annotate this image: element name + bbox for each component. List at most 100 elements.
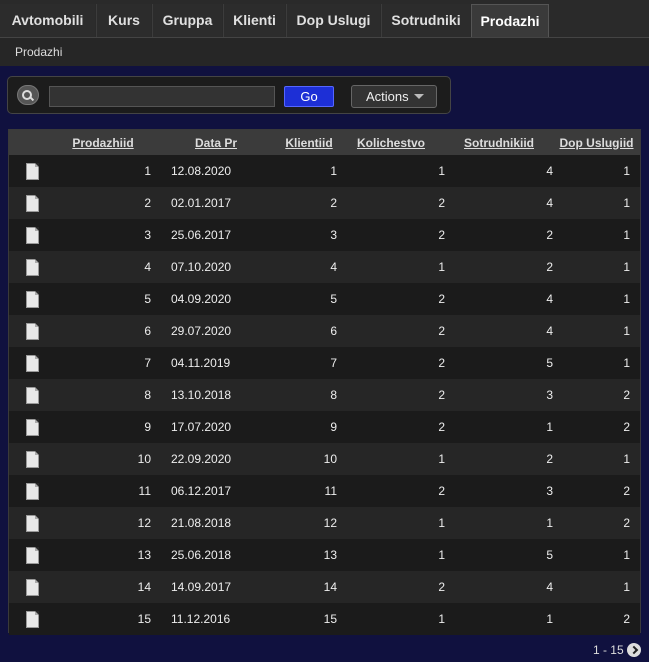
- go-button[interactable]: Go: [284, 86, 334, 107]
- edit-document-icon[interactable]: [25, 226, 39, 244]
- cell-sotrudnikiid: 4: [546, 580, 553, 594]
- cell-kolichestvo: 1: [438, 260, 445, 274]
- table-row: 2 02.01.2017 2 2 4 1: [9, 187, 640, 219]
- search-icon[interactable]: [17, 85, 39, 105]
- pagination: 1 - 15: [593, 642, 641, 657]
- row-edit-cell: [9, 155, 55, 187]
- cell-dop-uslugiid: 1: [623, 196, 630, 210]
- table-row: 7 04.11.2019 7 2 5 1: [9, 347, 640, 379]
- table-header-row: Prodazhiid Data Pr Klientiid Kolichestvo…: [9, 130, 640, 155]
- edit-document-icon[interactable]: [25, 386, 39, 404]
- cell-prodazhiid: 6: [144, 324, 151, 338]
- table-row: 9 17.07.2020 9 2 1 2: [9, 411, 640, 443]
- cell-data-pr: 14.09.2017: [171, 580, 232, 594]
- edit-document-icon[interactable]: [25, 546, 39, 564]
- table-row: 3 25.06.2017 3 2 2 1: [9, 219, 640, 251]
- cell-data-pr: 13.10.2018: [171, 388, 232, 402]
- cell-kolichestvo: 1: [438, 164, 445, 178]
- tab-avtomobili[interactable]: Avtomobili: [0, 4, 95, 37]
- cell-klientiid: 1: [330, 164, 337, 178]
- data-table: Prodazhiid Data Pr Klientiid Kolichestvo…: [9, 130, 640, 635]
- row-edit-cell: [9, 283, 55, 315]
- edit-document-icon[interactable]: [25, 482, 39, 500]
- cell-kolichestvo: 2: [438, 356, 445, 370]
- row-edit-cell: [9, 443, 55, 475]
- cell-dop-uslugiid: 1: [623, 228, 630, 242]
- cell-kolichestvo: 2: [438, 484, 445, 498]
- edit-document-icon[interactable]: [25, 162, 39, 180]
- table-row: 14 14.09.2017 14 2 4 1: [9, 571, 640, 603]
- row-edit-cell: [9, 571, 55, 603]
- column-header-kolichestvo[interactable]: Kolichestvo: [337, 130, 445, 155]
- column-header-prodazhiid[interactable]: Prodazhiid: [55, 130, 151, 155]
- column-header-klientiid[interactable]: Klientiid: [281, 130, 337, 155]
- search-toolbar: Go Actions: [7, 76, 451, 114]
- cell-prodazhiid: 10: [137, 452, 151, 466]
- edit-document-icon[interactable]: [25, 418, 39, 436]
- cell-sotrudnikiid: 1: [546, 516, 553, 530]
- cell-data-pr: 17.07.2020: [171, 420, 232, 434]
- cell-sotrudnikiid: 2: [546, 452, 553, 466]
- cell-prodazhiid: 12: [137, 516, 151, 530]
- cell-klientiid: 15: [323, 612, 337, 626]
- chevron-down-icon: [414, 94, 424, 99]
- cell-klientiid: 5: [330, 292, 337, 306]
- tab-dop-uslugi[interactable]: Dop Uslugi: [286, 4, 380, 37]
- cell-sotrudnikiid: 4: [546, 164, 553, 178]
- cell-kolichestvo: 1: [438, 548, 445, 562]
- breadcrumb-bar: Prodazhi: [0, 37, 649, 66]
- row-edit-cell: [9, 411, 55, 443]
- cell-data-pr: 11.12.2016: [171, 612, 231, 626]
- column-header-dop-uslugiid[interactable]: Dop Uslugiid: [553, 130, 640, 155]
- row-edit-cell: [9, 379, 55, 411]
- breadcrumb: Prodazhi: [15, 45, 63, 59]
- cell-prodazhiid: 13: [137, 548, 151, 562]
- cell-sotrudnikiid: 1: [546, 420, 553, 434]
- row-edit-cell: [9, 347, 55, 379]
- column-header-data-pr[interactable]: Data Pr: [151, 130, 281, 155]
- search-input[interactable]: [49, 86, 275, 107]
- table-row: 10 22.09.2020 10 1 2 1: [9, 443, 640, 475]
- edit-document-icon[interactable]: [25, 610, 39, 628]
- cell-klientiid: 9: [330, 420, 337, 434]
- cell-kolichestvo: 2: [438, 420, 445, 434]
- cell-kolichestvo: 2: [438, 228, 445, 242]
- cell-klientiid: 12: [323, 516, 337, 530]
- column-header-sotrudnikiid[interactable]: Sotrudnikiid: [445, 130, 553, 155]
- actions-label: Actions: [366, 89, 409, 104]
- cell-sotrudnikiid: 1: [546, 612, 553, 626]
- row-edit-cell: [9, 539, 55, 571]
- cell-sotrudnikiid: 2: [546, 228, 553, 242]
- edit-document-icon[interactable]: [25, 194, 39, 212]
- cell-sotrudnikiid: 4: [546, 324, 553, 338]
- cell-kolichestvo: 2: [438, 324, 445, 338]
- pagination-range: 1 - 15: [592, 642, 624, 657]
- table-row: 5 04.09.2020 5 2 4 1: [9, 283, 640, 315]
- row-edit-cell: [9, 475, 55, 507]
- next-page-icon[interactable]: [627, 642, 641, 657]
- row-edit-cell: [9, 219, 55, 251]
- edit-document-icon[interactable]: [25, 354, 39, 372]
- tab-kurs[interactable]: Kurs: [96, 4, 151, 37]
- cell-dop-uslugiid: 1: [623, 324, 630, 338]
- edit-document-icon[interactable]: [25, 578, 39, 596]
- cell-data-pr: 04.11.2019: [171, 356, 231, 370]
- tab-sotrudniki[interactable]: Sotrudniki: [381, 4, 470, 37]
- cell-kolichestvo: 2: [438, 388, 445, 402]
- tab-klienti[interactable]: Klienti: [223, 4, 285, 37]
- edit-document-icon[interactable]: [25, 514, 39, 532]
- cell-klientiid: 4: [330, 260, 337, 274]
- cell-data-pr: 02.01.2017: [171, 196, 232, 210]
- table-row: 15 11.12.2016 15 1 1 2: [9, 603, 640, 635]
- tab-prodazhi[interactable]: Prodazhi: [471, 4, 549, 38]
- cell-sotrudnikiid: 4: [546, 196, 553, 210]
- cell-dop-uslugiid: 2: [623, 516, 630, 530]
- edit-document-icon[interactable]: [25, 322, 39, 340]
- edit-document-icon[interactable]: [25, 290, 39, 308]
- cell-prodazhiid: 9: [144, 420, 151, 434]
- actions-menu-button[interactable]: Actions: [351, 85, 437, 108]
- edit-document-icon[interactable]: [25, 258, 39, 276]
- edit-document-icon[interactable]: [25, 450, 39, 468]
- tab-gruppa[interactable]: Gruppa: [152, 4, 222, 37]
- cell-dop-uslugiid: 2: [623, 612, 630, 626]
